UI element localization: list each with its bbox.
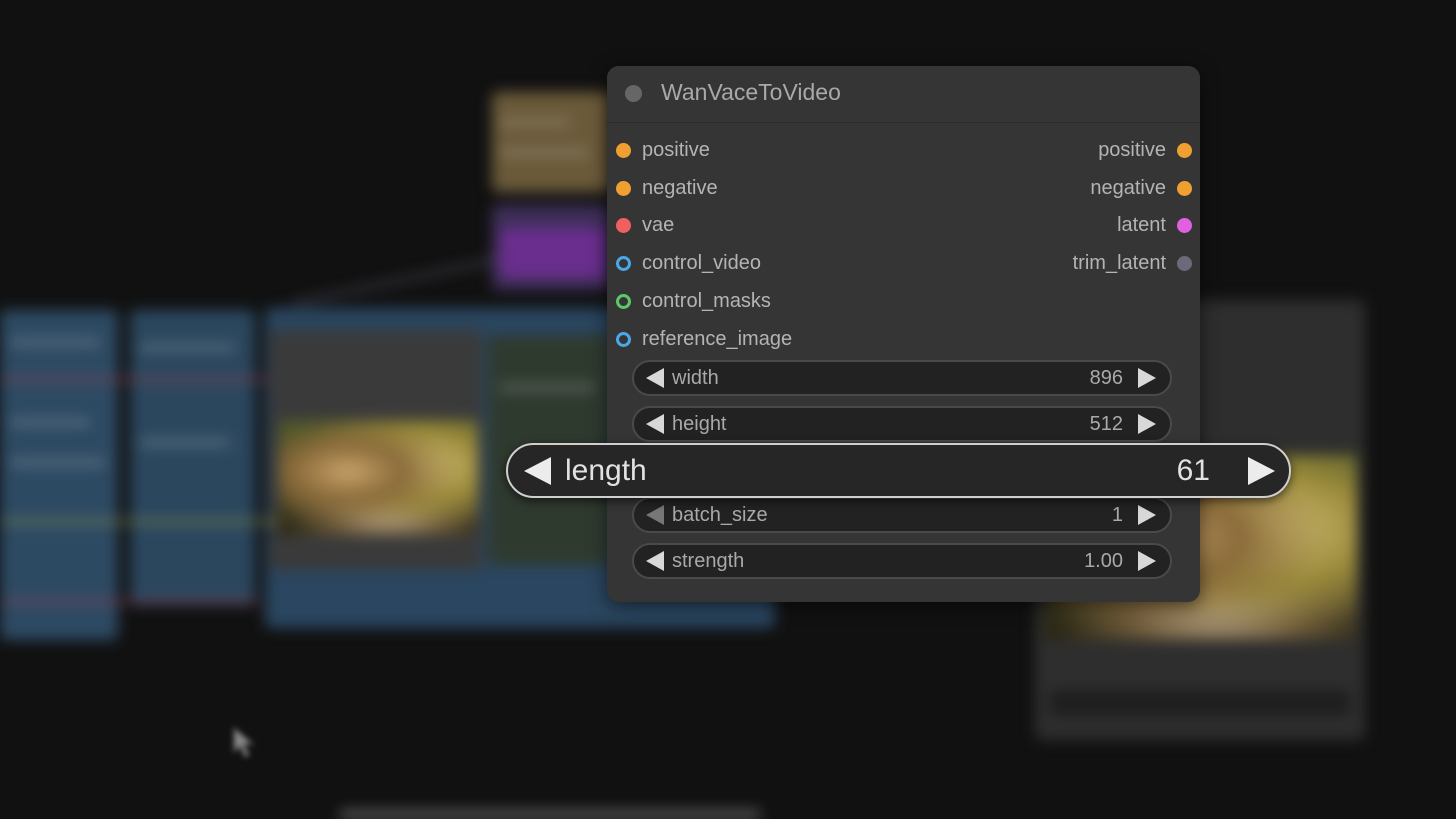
output-slot-positive[interactable]: positive [1098, 135, 1192, 165]
background-text [10, 340, 100, 345]
input-slot-vae[interactable]: vae [616, 210, 674, 240]
background-node [0, 310, 118, 640]
output-label: negative [1090, 176, 1166, 199]
input-dot-icon[interactable] [616, 180, 631, 196]
input-dot-icon[interactable] [616, 217, 631, 233]
decrement-arrow-icon[interactable] [646, 414, 664, 434]
input-slot-control-masks[interactable]: control_masks [616, 286, 771, 316]
input-label: vae [642, 213, 675, 236]
background-link [0, 378, 270, 381]
output-dot-icon[interactable] [1177, 217, 1192, 233]
increment-arrow-icon[interactable] [1138, 414, 1156, 434]
background-node [1050, 690, 1350, 716]
background-text [500, 150, 590, 155]
background-text [10, 460, 105, 465]
widget-label: width [672, 366, 719, 389]
background-text [140, 440, 230, 445]
background-node [492, 92, 612, 192]
node-title: WanVaceToVideo [661, 79, 841, 105]
decrement-arrow-icon[interactable] [524, 456, 551, 485]
background-image-thumbnail [278, 420, 478, 535]
input-dot-icon[interactable] [616, 331, 631, 347]
output-label: trim_latent [1072, 251, 1166, 274]
output-dot-icon[interactable] [1177, 180, 1192, 196]
input-dot-icon[interactable] [616, 255, 631, 271]
widget-label: height [672, 412, 727, 435]
output-dot-icon[interactable] [1177, 255, 1192, 271]
length-widget[interactable]: length 61 [506, 443, 1291, 498]
widget-value[interactable]: 896 [1090, 367, 1123, 390]
output-slot-negative[interactable]: negative [1090, 173, 1192, 203]
node-header[interactable]: WanVaceToVideo [607, 66, 1200, 123]
background-node [130, 310, 255, 605]
input-label: reference_image [642, 327, 793, 350]
output-label: latent [1117, 213, 1166, 236]
background-text [500, 385, 595, 390]
input-slot-reference-image[interactable]: reference_image [616, 324, 792, 354]
collapse-dot-icon[interactable] [625, 85, 642, 102]
input-slot-control-video[interactable]: control_video [616, 248, 761, 278]
widget-label: length [565, 453, 647, 487]
background-text [10, 420, 90, 425]
output-slot-trim-latent[interactable]: trim_latent [1073, 248, 1192, 278]
wanvace-to-video-node[interactable]: WanVaceToVideo positive negative vae contro… [607, 66, 1200, 602]
widget-label: batch_size [672, 503, 768, 526]
input-slot-positive[interactable]: positive [616, 135, 710, 165]
background-text [140, 345, 235, 350]
decrement-arrow-icon[interactable] [646, 551, 664, 571]
widget-value[interactable]: 1 [1112, 504, 1123, 527]
increment-arrow-icon[interactable] [1248, 456, 1275, 485]
input-label: negative [642, 176, 718, 199]
mouse-cursor-icon [233, 726, 256, 759]
batch-size-widget[interactable]: batch_size 1 [632, 497, 1172, 533]
input-label: positive [642, 138, 710, 161]
width-widget[interactable]: width 896 [632, 360, 1172, 396]
increment-arrow-icon[interactable] [1138, 551, 1156, 571]
background-text [500, 120, 570, 125]
input-dot-icon[interactable] [616, 142, 631, 158]
decrement-arrow-icon[interactable] [646, 368, 664, 388]
background-link [0, 600, 260, 603]
output-label: positive [1098, 138, 1166, 161]
widget-value[interactable]: 61 [1177, 454, 1210, 488]
canvas[interactable]: WanVaceToVideo positive negative vae contro… [0, 0, 1456, 819]
input-slot-negative[interactable]: negative [616, 173, 718, 203]
background-link [291, 258, 499, 305]
height-widget[interactable]: height 512 [632, 406, 1172, 442]
decrement-arrow-icon[interactable] [646, 505, 664, 525]
increment-arrow-icon[interactable] [1138, 368, 1156, 388]
output-slot-latent[interactable]: latent [1117, 210, 1192, 240]
background-link [0, 520, 280, 523]
background-node [500, 228, 608, 278]
background-text [340, 810, 760, 819]
output-dot-icon[interactable] [1177, 142, 1192, 158]
input-dot-icon[interactable] [616, 293, 631, 309]
input-label: control_masks [642, 289, 771, 312]
strength-widget[interactable]: strength 1.00 [632, 543, 1172, 579]
increment-arrow-icon[interactable] [1138, 505, 1156, 525]
widget-label: strength [672, 549, 745, 572]
widget-value[interactable]: 512 [1090, 413, 1123, 436]
input-label: control_video [642, 251, 761, 274]
widget-value[interactable]: 1.00 [1084, 550, 1123, 573]
